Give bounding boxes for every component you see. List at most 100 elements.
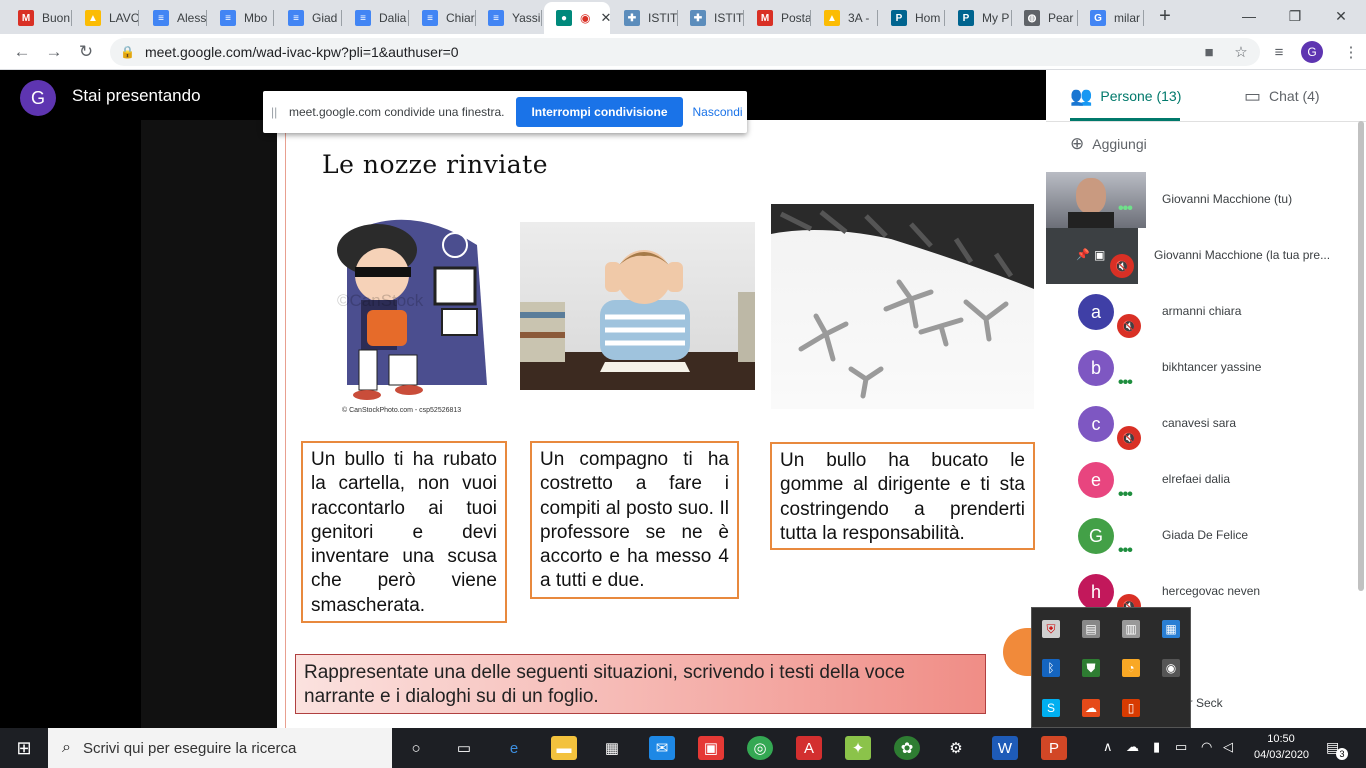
app-icon[interactable]: ✦ [845, 736, 871, 760]
cloud-sync-icon[interactable]: ☁ [1082, 699, 1100, 717]
media-control-icon[interactable]: ≡ [1266, 38, 1292, 66]
browser-tab-strip: M Buon ▲ LAVC ≡ Aless ≡ Mbo ≡ Giad ≡ Dalia ≡ Chiar ≡ Ya… [0, 0, 1366, 34]
menu-kebab-icon[interactable]: ⋮ [1338, 38, 1364, 66]
address-bar[interactable]: 🔒 meet.google.com/wad-ivac-kpw?pli=1&aut… [110, 38, 1260, 66]
tab-separator [877, 10, 878, 26]
browser-tab[interactable]: ≡ Chiar [410, 4, 476, 32]
cortana-icon[interactable]: ○ [403, 736, 429, 760]
evernote-icon[interactable]: ✿ [894, 736, 920, 760]
hide-button[interactable]: Nascondi [693, 105, 743, 119]
browser-tab[interactable]: Gmilar [1078, 4, 1144, 32]
pin-icon[interactable]: 📌 [1076, 248, 1090, 261]
mail-icon[interactable]: ✉ [649, 736, 675, 760]
participant-row[interactable]: G ••• Giada De Felice [1046, 508, 1366, 564]
participant-name: Giada De Felice [1162, 528, 1249, 542]
pearson-icon: P [958, 10, 974, 26]
browser-tab[interactable]: ≡ Mbo [208, 4, 274, 32]
star-icon[interactable]: ☆ [1228, 38, 1254, 66]
globe-icon: ◍ [1024, 10, 1040, 26]
defender-icon[interactable]: ⛊ [1082, 659, 1100, 677]
powerpoint-icon[interactable]: P [1041, 736, 1067, 760]
browser-tab[interactable]: P Hom [879, 4, 945, 32]
mic-off-icon: 🔇 [1110, 254, 1134, 278]
drag-handle-icon[interactable]: || [271, 105, 285, 119]
taskbar-clock[interactable]: 10:50 04/03/2020 [1254, 731, 1309, 763]
settings-gear-icon[interactable]: ⚙ [943, 736, 969, 760]
usb-icon[interactable]: ▥ [1122, 620, 1140, 638]
microphone-icon[interactable]: ▮ [1153, 739, 1160, 755]
participant-row[interactable]: ••• Giovanni Macchione (tu) [1046, 172, 1366, 228]
task-view-icon[interactable]: ▭ [451, 736, 477, 760]
reload-icon[interactable]: ↻ [72, 38, 100, 66]
browser-tab[interactable]: ✚ ISTIT [612, 4, 678, 32]
people-icon: 👥 [1070, 85, 1093, 106]
participant-avatar: h [1078, 574, 1114, 610]
tire-caltrops-photo [771, 204, 1034, 409]
participant-row[interactable]: a 🔇 armanni chiara [1046, 284, 1366, 340]
tab-chat[interactable]: ▭ Chat (4) [1244, 70, 1320, 122]
chrome-icon[interactable]: ◎ [747, 736, 773, 760]
add-people-button[interactable]: ⊕ Aggiungi [1070, 134, 1147, 154]
chevron-up-icon[interactable]: ∧ [1103, 739, 1113, 755]
camera-icon[interactable]: ■ [1196, 38, 1222, 66]
browser-tab[interactable]: ◍ Pear [1012, 4, 1078, 32]
panel-scrollbar[interactable] [1358, 121, 1364, 591]
participant-row[interactable]: b ••• bikhtancer yassine [1046, 340, 1366, 396]
onedrive-icon[interactable]: ☁ [1126, 739, 1139, 755]
minimize-icon[interactable]: — [1226, 0, 1272, 32]
participant-row[interactable]: c 🔇 canavesi sara [1046, 396, 1366, 452]
browser-toolbar: ← → ↻ 🔒 meet.google.com/wad-ivac-kpw?pli… [0, 34, 1366, 70]
browser-tab[interactable]: ▲ 3A - [812, 4, 878, 32]
browser-tab[interactable]: P My P [946, 4, 1012, 32]
battery-icon[interactable]: ▭ [1175, 739, 1187, 755]
close-tab-icon[interactable]: ✕ [600, 10, 610, 26]
word-icon[interactable]: W [992, 736, 1018, 760]
office-icon[interactable]: ▯ [1122, 699, 1140, 717]
windows-start-icon[interactable]: ⊞ [0, 728, 48, 768]
wifi-icon[interactable]: ◠ [1201, 739, 1212, 755]
profile-avatar[interactable]: G [1301, 41, 1323, 63]
browser-tab[interactable]: ≡ Giad [276, 4, 342, 32]
participant-name: hercegovac neven [1162, 584, 1261, 598]
slide-title: Le nozze rinviate [322, 150, 548, 179]
tab-people-label: Persone (13) [1100, 88, 1182, 104]
url-text: meet.google.com/wad-ivac-kpw?pli=1&authu… [144, 44, 459, 60]
forward-arrow-icon[interactable]: → [40, 38, 68, 66]
browser-tab[interactable]: ● ◉ ✕ [544, 2, 610, 34]
browser-tab-label: Yassi [512, 11, 541, 25]
bluetooth-icon[interactable]: ᛒ [1042, 659, 1060, 677]
skype-icon[interactable]: S [1042, 699, 1060, 717]
participant-row[interactable]: e ••• elrefaei dalia [1046, 452, 1366, 508]
security-shield-icon[interactable]: ⛨ [1042, 620, 1060, 638]
participant-row[interactable]: 📌 ▣ 🔇 Giovanni Macchione (la tua pre... [1046, 228, 1366, 284]
display-icon[interactable]: ▤ [1082, 620, 1100, 638]
back-arrow-icon[interactable]: ← [8, 38, 36, 66]
tab-separator [810, 10, 811, 26]
stop-sharing-button[interactable]: Interrompi condivisione [516, 97, 683, 127]
browser-tab[interactable]: ≡ Yassi [476, 4, 542, 32]
presenter-avatar: G [20, 80, 56, 116]
audio-activity-icon: ••• [1118, 486, 1133, 503]
gift-icon[interactable]: ▣ [698, 736, 724, 760]
new-tab-button[interactable]: + [1142, 0, 1188, 32]
close-window-icon[interactable]: ✕ [1318, 0, 1364, 32]
participant-avatar: e [1078, 462, 1114, 498]
network-adapter-icon[interactable]: ▦ [1162, 620, 1180, 638]
browser-tab[interactable]: M Posta [745, 4, 811, 32]
wifi-alert-icon[interactable]: ◉ [1162, 659, 1180, 677]
volume-icon[interactable]: ◁ [1223, 739, 1233, 755]
browser-tab[interactable]: ✚ ISTIT [678, 4, 744, 32]
store-icon[interactable]: ▦ [599, 736, 625, 760]
taskbar-search[interactable]: ⌕ Scrivi qui per eseguire la ricerca [48, 728, 392, 768]
edge-icon[interactable]: e [501, 736, 527, 760]
browser-tab[interactable]: M Buon [6, 4, 72, 32]
browser-tab[interactable]: ≡ Aless [141, 4, 207, 32]
browser-tab[interactable]: ▲ LAVC [73, 4, 139, 32]
browser-tab[interactable]: ≡ Dalia [343, 4, 409, 32]
acrobat-icon[interactable]: A [796, 736, 822, 760]
file-explorer-icon[interactable]: ▬ [551, 736, 577, 760]
restore-icon[interactable]: ❐ [1272, 0, 1318, 32]
participant-avatar: c [1078, 406, 1114, 442]
update-icon[interactable]: ◔ [1122, 659, 1140, 677]
tab-people[interactable]: 👥 Persone (13) [1070, 70, 1181, 122]
